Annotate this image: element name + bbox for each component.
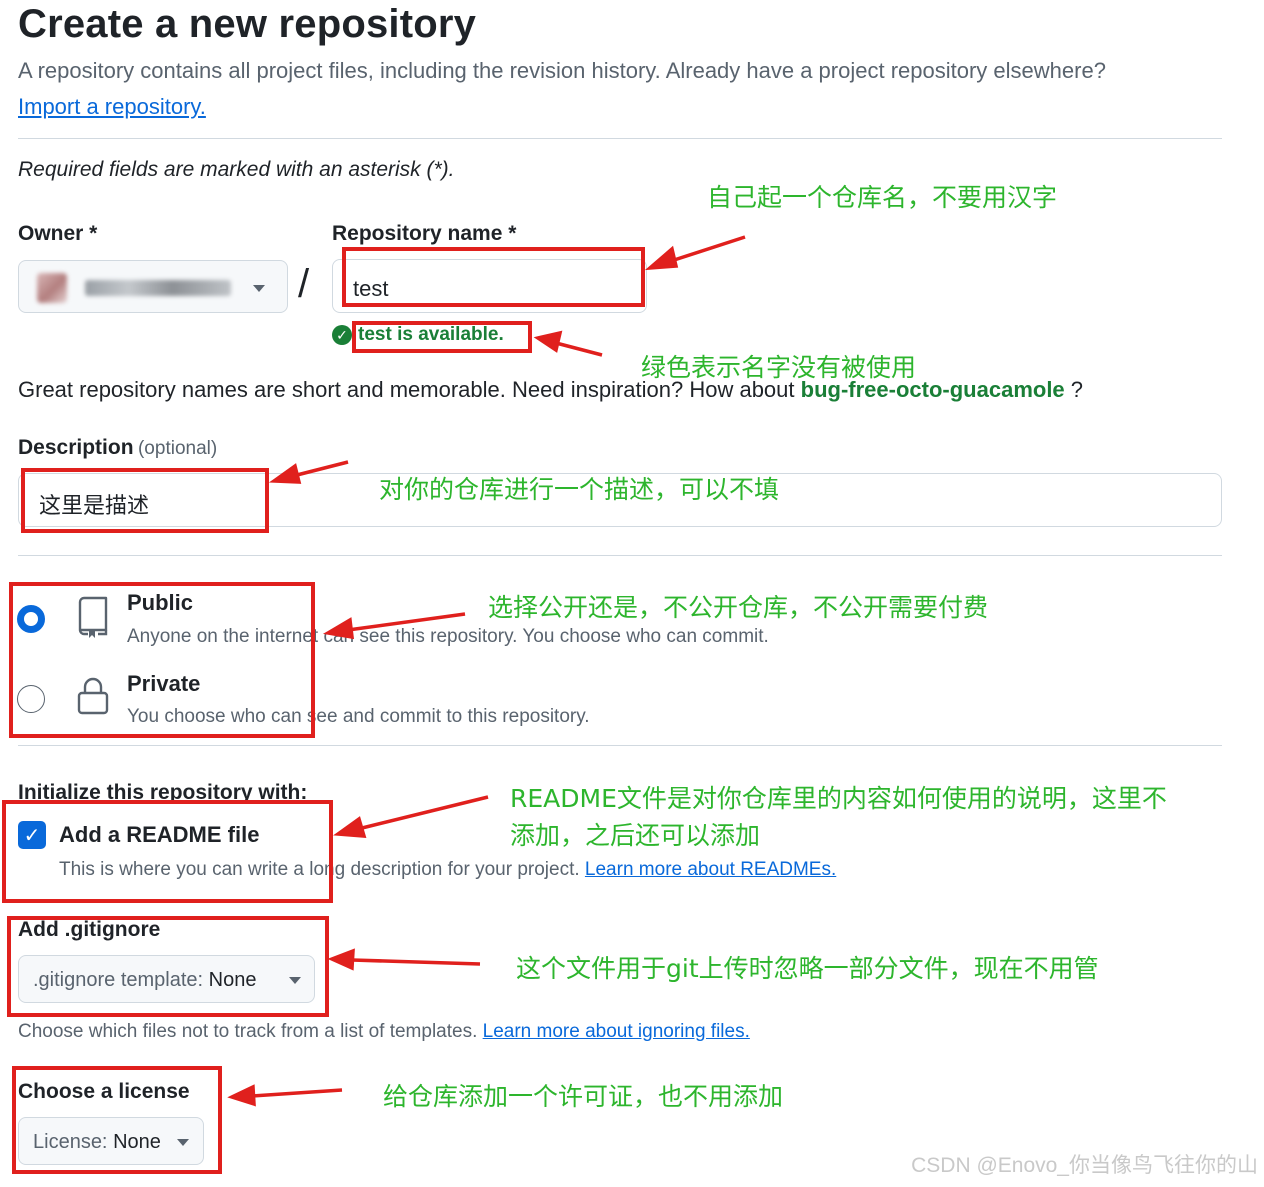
annotation-license: 给仓库添加一个许可证，也不用添加	[383, 1082, 784, 1111]
watermark: CSDN @Enovo_你当像鸟飞往你的山	[911, 1154, 1258, 1177]
annotation-gitignore: 这个文件用于git上传时忽略一部分文件，现在不用管	[516, 954, 1099, 983]
annotation-visibility: 选择公开还是，不公开仓库，不公开需要付费	[488, 593, 989, 622]
annotation-repo-name: 自己起一个仓库名，不要用汉字	[707, 183, 1058, 212]
annotation-readme-line1: README文件是对你仓库里的内容如何使用的说明，这里不	[510, 784, 1167, 813]
annotation-available: 绿色表示名字没有被使用	[641, 353, 917, 382]
annotation-readme-line2: 添加，之后还可以添加	[510, 821, 761, 850]
annotation-description: 对你的仓库进行一个描述，可以不填	[379, 475, 780, 504]
